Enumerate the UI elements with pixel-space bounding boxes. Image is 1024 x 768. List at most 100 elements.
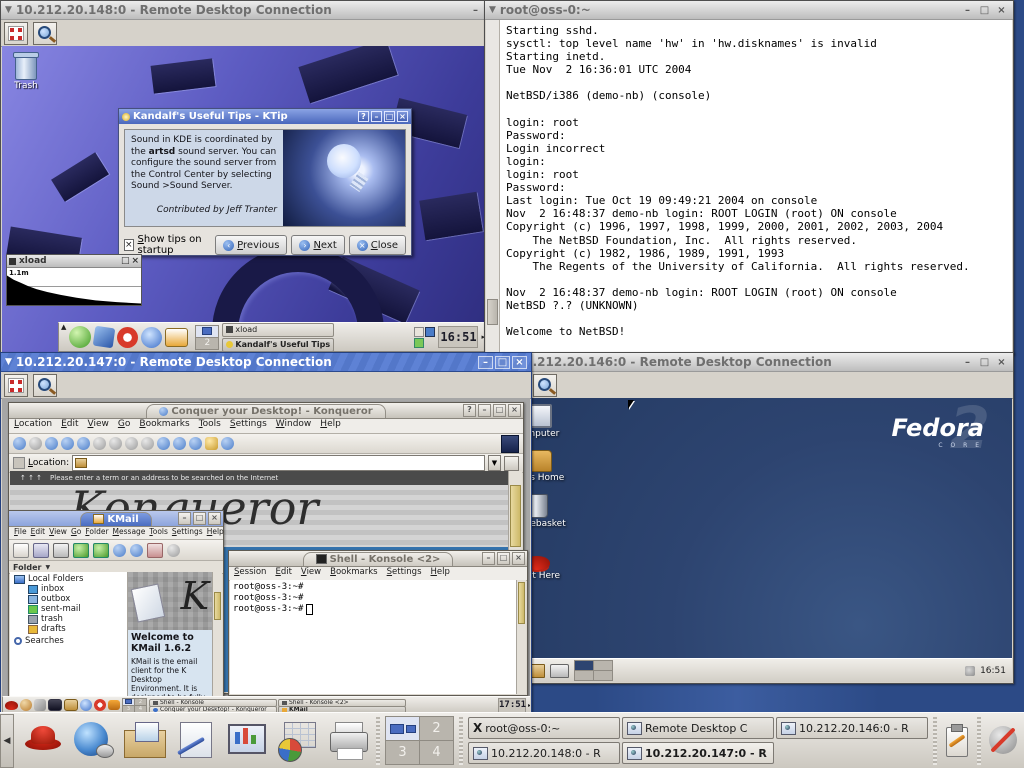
menu-window[interactable]: Window [276, 419, 312, 433]
menu-bookmarks[interactable]: Bookmarks [330, 567, 378, 580]
folder-inbox[interactable]: inbox [28, 584, 127, 594]
minimize-button[interactable]: – [482, 552, 495, 565]
desktop-1[interactable] [196, 326, 218, 337]
klipper-tray[interactable] [942, 723, 972, 759]
workspace-3[interactable] [575, 671, 593, 680]
desktop-icon-trash[interactable]: Trash [4, 54, 48, 91]
menu-file[interactable]: File [14, 527, 27, 539]
menu-view[interactable]: View [301, 567, 321, 580]
display-tray-icon[interactable] [425, 327, 435, 337]
previous-button[interactable]: ‹Previous [215, 235, 287, 255]
task-terminal[interactable]: X root@oss-0:~ [468, 717, 620, 739]
menu-session[interactable]: Session [234, 567, 266, 580]
close-button[interactable]: × [508, 404, 521, 417]
panel-handle[interactable] [376, 717, 380, 765]
maximize-button[interactable]: □ [493, 404, 506, 417]
find-icon[interactable] [221, 437, 234, 450]
menu-edit[interactable]: Edit [275, 567, 291, 580]
minimize-button[interactable]: – [960, 356, 975, 369]
zoom-out-icon[interactable] [189, 437, 202, 450]
window-menu-icon[interactable]: ▼ [5, 6, 12, 15]
task-rdc-146[interactable]: 10.212.20.146:0 - R [776, 717, 928, 739]
pager-147[interactable]: 2 3 4 [122, 698, 147, 713]
folder-trash[interactable]: trash [28, 614, 127, 624]
copy-icon[interactable] [125, 437, 138, 450]
menu-edit[interactable]: Edit [61, 419, 78, 433]
cut-icon[interactable] [109, 437, 122, 450]
home-icon[interactable] [61, 437, 74, 450]
desktop-4[interactable]: 4 [420, 741, 453, 764]
desktop-3[interactable]: 3 [123, 706, 134, 712]
check-mail-in-icon[interactable] [93, 543, 109, 558]
volume-tray[interactable] [986, 723, 1020, 759]
minimize-button[interactable]: – [478, 356, 493, 369]
find-icon[interactable] [167, 544, 180, 557]
menu-view[interactable]: View [88, 419, 109, 433]
home-icon[interactable] [64, 699, 78, 711]
volume-icon[interactable] [965, 666, 975, 676]
task-ktip[interactable]: Kandalf's Useful Tips [222, 338, 334, 352]
print-icon[interactable] [157, 437, 170, 450]
titlebar-terminal[interactable]: ▼ root@oss-0:~ – □ × [485, 1, 1013, 20]
scale-view-button[interactable] [33, 374, 57, 397]
terminal-text[interactable]: Starting sshd. sysctl: top level name 'h… [500, 20, 1012, 353]
panel-handle[interactable] [977, 717, 981, 765]
main-menu-button[interactable] [19, 718, 65, 764]
desktop-2[interactable]: 2 [196, 338, 218, 349]
desktop-2[interactable]: 2 [135, 699, 146, 705]
go-button[interactable] [504, 456, 519, 471]
task-rdc[interactable]: Remote Desktop C [622, 717, 774, 739]
window-menu-icon[interactable]: ▼ [489, 6, 496, 15]
close-button[interactable]: × [208, 512, 221, 525]
close-button[interactable]: × [131, 256, 139, 266]
printer-launcher[interactable] [325, 718, 371, 764]
konqueror-icon[interactable] [141, 327, 162, 348]
folder-outbox[interactable]: outbox [28, 594, 127, 604]
forward-icon[interactable] [29, 437, 42, 450]
pager-148[interactable]: 2 [195, 325, 219, 350]
panel-expand-arrow[interactable]: ▸ [528, 702, 530, 709]
panel-clock-147[interactable]: 17:51 [498, 698, 526, 713]
menu-settings[interactable]: Settings [387, 567, 422, 580]
fullscreen-button[interactable] [4, 22, 28, 45]
back-icon[interactable] [113, 544, 126, 557]
close-button[interactable]: ×Close [349, 235, 406, 255]
terminal-scrollbar[interactable] [486, 20, 500, 353]
folder-local[interactable]: Local Folders [14, 574, 127, 584]
titlebar-148[interactable]: ▼ 10.212.20.148:0 - Remote Desktop Conne… [1, 1, 487, 20]
minimize-button[interactable]: – [468, 4, 483, 17]
desktop-4[interactable]: 4 [135, 706, 146, 712]
zoom-in-icon[interactable] [173, 437, 186, 450]
close-button[interactable]: × [994, 356, 1009, 369]
menu-message[interactable]: Message [113, 527, 146, 539]
minimize-button[interactable]: – [178, 512, 191, 525]
desktop-1[interactable] [123, 699, 134, 705]
minimize-button[interactable]: – [960, 4, 975, 17]
new-message-icon[interactable] [13, 543, 29, 558]
workspace-switcher-146[interactable] [574, 660, 613, 681]
xload-titlebar[interactable]: xload □ × [7, 255, 141, 268]
konsole-terminal[interactable]: root@oss-3:~# root@oss-3:~# root@oss-3:~… [230, 580, 526, 694]
tray-icon[interactable] [414, 338, 424, 348]
minimize-button[interactable]: – [371, 111, 382, 122]
menu-folder[interactable]: Folder [85, 527, 108, 539]
menu-help[interactable]: Help [431, 567, 450, 580]
panel-hide-arrow[interactable]: ▲ [61, 323, 66, 331]
menu-go[interactable]: Go [118, 419, 131, 433]
close-button[interactable]: × [397, 111, 408, 122]
menu-tools[interactable]: Tools [149, 527, 167, 539]
menu-location[interactable]: Location [14, 419, 52, 433]
kmail-icon[interactable] [165, 328, 188, 347]
konsole-titlebar[interactable]: Shell - Konsole <2> – □ × [229, 551, 527, 567]
desktop-3[interactable]: 3 [386, 741, 419, 764]
paste-icon[interactable] [141, 437, 154, 450]
help-button[interactable]: ? [463, 404, 476, 417]
konqueror-titlebar[interactable]: Conquer your Desktop! - Konqueror ? – □ … [9, 403, 523, 419]
forward-icon[interactable] [130, 544, 143, 557]
workspace-1[interactable] [575, 661, 593, 670]
trash-icon[interactable] [147, 543, 163, 558]
email-launcher[interactable] [121, 718, 167, 764]
folder-drafts[interactable]: drafts [28, 624, 127, 634]
web-browser-launcher[interactable] [70, 718, 116, 764]
presentation-launcher[interactable] [223, 718, 269, 764]
